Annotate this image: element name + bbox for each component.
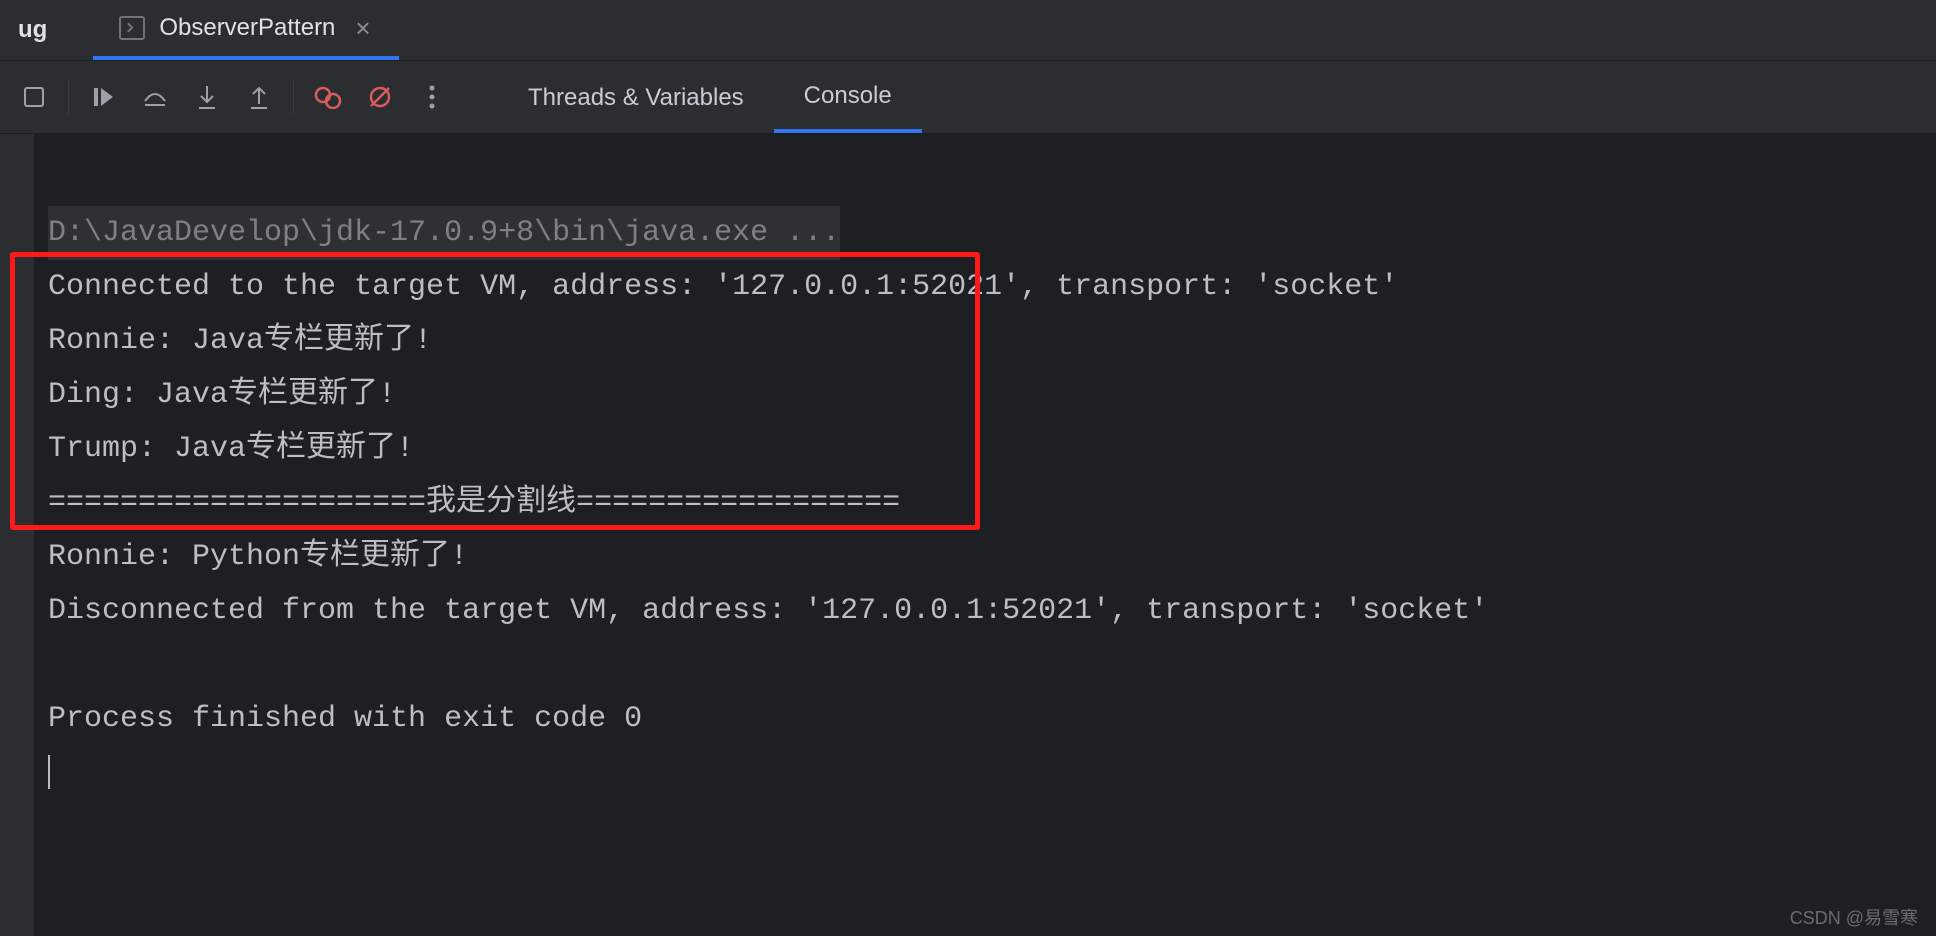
more-actions-button[interactable] — [408, 73, 456, 121]
console-line: =====================我是分割线==============… — [48, 486, 900, 520]
tab-label: Console — [804, 82, 892, 110]
terminal-icon — [119, 16, 145, 40]
debug-tool-window-tab[interactable]: ug — [0, 0, 65, 60]
text-caret — [48, 755, 50, 789]
console-line: Disconnected from the target VM, address… — [48, 594, 1488, 628]
console-gutter — [0, 134, 34, 936]
tab-label: Threads & Variables — [528, 84, 744, 112]
console-line: Ding: Java专栏更新了! — [48, 378, 396, 412]
stop-button[interactable] — [10, 73, 58, 121]
view-breakpoints-button[interactable] — [304, 73, 352, 121]
console-output[interactable]: D:\JavaDevelop\jdk-17.0.9+8\bin\java.exe… — [34, 134, 1936, 936]
resume-button[interactable] — [79, 73, 127, 121]
console-line: Connected to the target VM, address: '12… — [48, 270, 1398, 304]
tab-threads-variables[interactable]: Threads & Variables — [498, 61, 774, 133]
console-line: Trump: Java专栏更新了! — [48, 432, 414, 466]
tab-console[interactable]: Console — [774, 61, 922, 133]
debug-view-tabs: Threads & Variables Console — [498, 61, 922, 133]
debug-toolbar: Threads & Variables Console — [0, 61, 1936, 134]
console-panel: D:\JavaDevelop\jdk-17.0.9+8\bin\java.exe… — [0, 134, 1936, 936]
step-over-button[interactable] — [131, 73, 179, 121]
toolbar-separator — [68, 80, 69, 114]
toolbar-separator — [293, 80, 294, 114]
watermark: CSDN @易雪寒 — [1790, 904, 1918, 930]
console-line: Ronnie: Python专栏更新了! — [48, 540, 468, 574]
console-line: Process finished with exit code 0 — [48, 702, 642, 736]
step-out-button[interactable] — [235, 73, 283, 121]
run-config-label: ObserverPattern — [159, 14, 335, 42]
tab-strip: ug ObserverPattern × — [0, 0, 1936, 60]
run-config-tab[interactable]: ObserverPattern × — [93, 0, 398, 60]
console-line: Ronnie: Java专栏更新了! — [48, 324, 432, 358]
step-into-button[interactable] — [183, 73, 231, 121]
console-command-line: D:\JavaDevelop\jdk-17.0.9+8\bin\java.exe… — [48, 206, 840, 260]
mute-breakpoints-button[interactable] — [356, 73, 404, 121]
debug-label: ug — [18, 16, 47, 44]
close-icon[interactable]: × — [349, 9, 376, 48]
